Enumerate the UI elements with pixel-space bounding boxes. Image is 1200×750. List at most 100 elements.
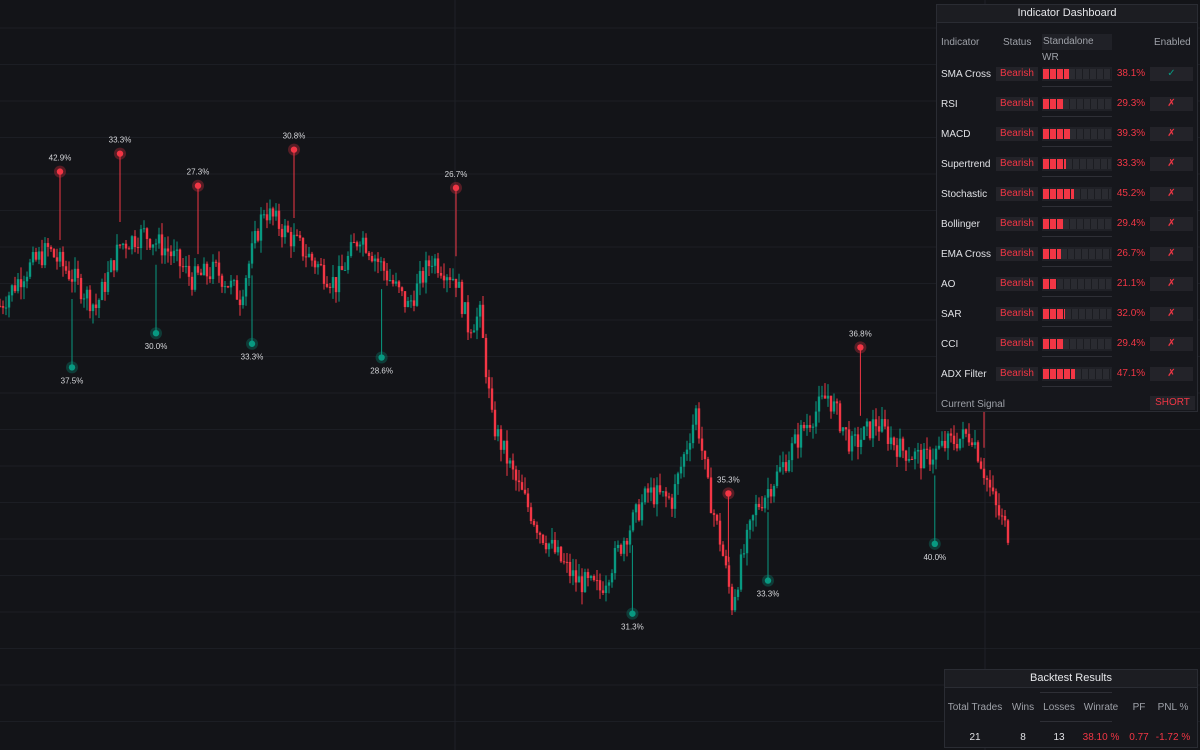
candle-body [766, 489, 770, 498]
candle-body [700, 438, 704, 451]
indicator-name: SMA Cross [941, 69, 992, 80]
wr-bar [1042, 367, 1112, 381]
candle-body [952, 435, 956, 444]
candle-body [532, 521, 536, 525]
indicator-enabled-toggle[interactable]: ✓ [1150, 67, 1193, 81]
candle-body [481, 304, 485, 338]
candle-body [487, 377, 491, 389]
candle-body [748, 520, 752, 530]
candle-body [961, 429, 965, 439]
candle-body [466, 302, 470, 333]
signal-label: 33.3% [757, 590, 780, 599]
indicator-row: CCI Bearish 29.4% ✗ [937, 331, 1197, 361]
candle-body [754, 503, 758, 516]
candle-body [463, 302, 467, 314]
candle-body [688, 443, 692, 450]
candle-body [37, 251, 41, 260]
candle-body [265, 214, 269, 221]
candle-body [601, 590, 605, 593]
candle-body [223, 286, 227, 288]
candle-body [739, 554, 743, 590]
wr-bar-empty [1074, 189, 1111, 199]
buy-signal-dot [764, 577, 772, 584]
candle-body [592, 576, 596, 581]
candle-body [190, 276, 194, 290]
candle-body [292, 234, 296, 247]
wr-bar-empty [1066, 159, 1111, 169]
candle-body [991, 487, 995, 492]
candle-body [151, 244, 155, 248]
candle-body [985, 478, 989, 480]
candle-body [973, 442, 977, 446]
candle-body [607, 582, 611, 586]
candle-body [175, 249, 179, 251]
candle-body [286, 225, 290, 232]
candle-body [121, 243, 125, 245]
candle-body [928, 449, 932, 465]
candle-body [772, 485, 776, 497]
candle-body [847, 429, 851, 452]
candle-body [235, 280, 239, 300]
candle-body [478, 304, 482, 317]
candle-body [349, 242, 353, 256]
signal-label: 30.8% [283, 132, 306, 141]
indicator-enabled-toggle[interactable]: ✗ [1150, 307, 1193, 321]
candle-body [454, 278, 458, 288]
candle-body [328, 286, 332, 288]
candle-body [661, 491, 665, 493]
candle-body [829, 395, 833, 412]
indicator-enabled-toggle[interactable]: ✗ [1150, 127, 1193, 141]
candle-body [892, 437, 896, 446]
candle-body [868, 421, 872, 439]
wr-bar-fill [1043, 309, 1065, 319]
candle-body [136, 247, 140, 249]
candle-body [784, 462, 788, 472]
indicator-wr: 32.0% [1116, 308, 1146, 319]
candle-body [970, 442, 974, 446]
candle-body [604, 585, 608, 593]
candle-body [130, 236, 134, 250]
candle-body [160, 234, 164, 256]
signal-label: 40.0% [923, 553, 946, 562]
candle-body [859, 439, 863, 448]
candle-body [22, 281, 26, 288]
candle-body [406, 301, 410, 308]
candle-body [886, 426, 890, 444]
wr-bar [1042, 97, 1112, 111]
candle-body [862, 426, 866, 440]
candle-body [1003, 515, 1007, 521]
candle-body [877, 426, 881, 432]
candle-body [382, 261, 386, 271]
candle-body [955, 443, 959, 449]
candle-body [547, 543, 551, 550]
candle-body [925, 448, 929, 450]
candle-body [628, 530, 632, 545]
indicator-enabled-toggle[interactable]: ✗ [1150, 187, 1193, 201]
candle-body [655, 485, 659, 505]
wr-bar-empty [1063, 219, 1111, 229]
buy-signal-dot [629, 610, 636, 617]
candle-body [274, 210, 278, 217]
candle-body [388, 279, 392, 281]
indicator-name: Stochastic [941, 189, 988, 200]
indicator-enabled-toggle[interactable]: ✗ [1150, 337, 1193, 351]
indicator-enabled-toggle[interactable]: ✗ [1150, 277, 1193, 291]
indicator-enabled-toggle[interactable]: ✗ [1150, 247, 1193, 261]
candle-body [181, 266, 185, 268]
indicator-enabled-toggle[interactable]: ✗ [1150, 367, 1193, 381]
candle-body [82, 298, 86, 300]
indicator-enabled-toggle[interactable]: ✗ [1150, 157, 1193, 171]
indicator-row: RSI Bearish 29.3% ✗ [937, 91, 1197, 121]
candle-body [814, 411, 818, 427]
candle-body [283, 225, 287, 238]
indicator-status: Bearish [996, 67, 1038, 81]
candle-body [397, 281, 401, 288]
indicator-name: CCI [941, 339, 959, 350]
indicator-enabled-toggle[interactable]: ✗ [1150, 217, 1193, 231]
indicator-row: Bollinger Bearish 29.4% ✗ [937, 211, 1197, 241]
candle-body [982, 468, 986, 479]
indicator-enabled-toggle[interactable]: ✗ [1150, 97, 1193, 111]
candle-body [718, 520, 722, 545]
candle-body [343, 269, 347, 271]
candle-body [259, 214, 263, 241]
